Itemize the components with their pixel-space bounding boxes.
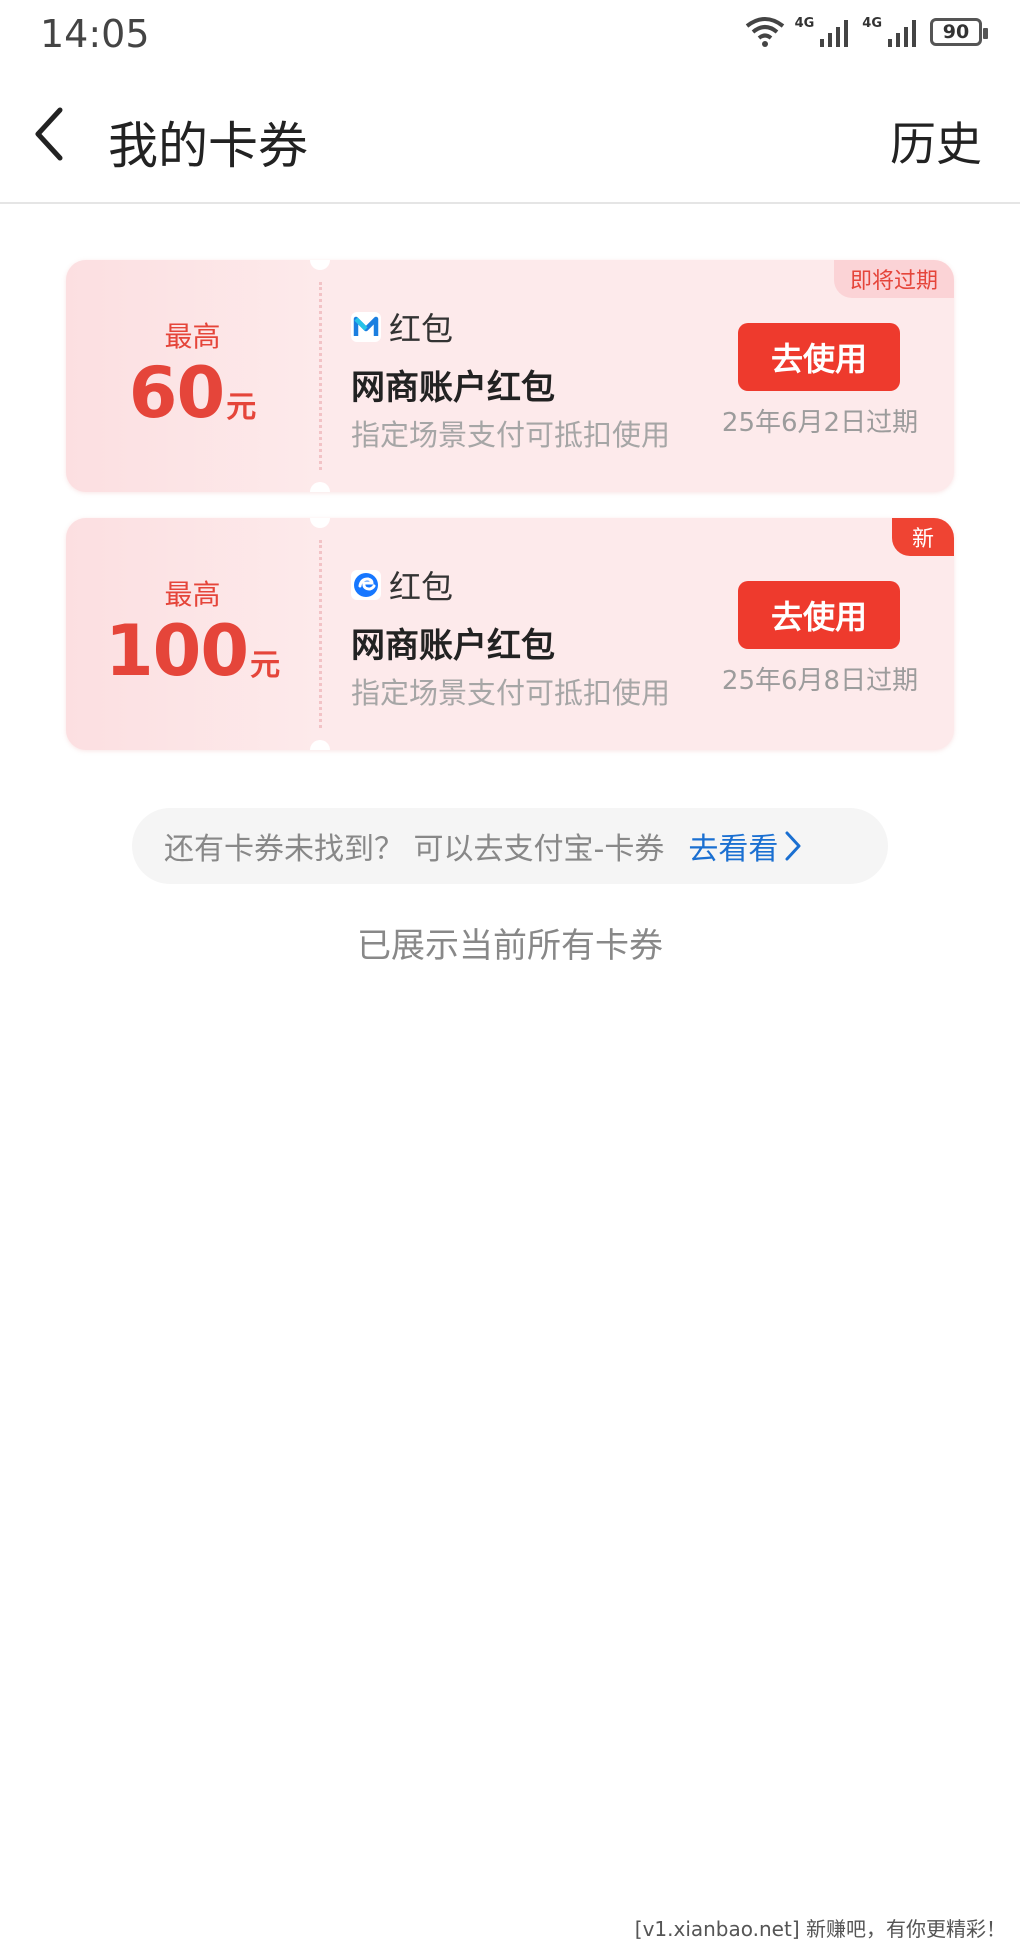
wifi-icon	[745, 16, 785, 48]
expiring-soon-badge: 即将过期	[833, 260, 954, 298]
coupon-divider	[319, 540, 322, 728]
coupon-name: 网商账户红包	[351, 368, 555, 408]
battery-icon: 90	[930, 18, 988, 46]
coupon-card[interactable]: 最高 100元 红包 网商账户红包 指定场景支付可抵扣使用 去使用 25年6月8…	[66, 518, 954, 750]
coupon-description: 指定场景支付可抵扣使用	[351, 418, 671, 452]
go-see-link[interactable]: 去看看	[688, 824, 802, 868]
network-type-2: 4G	[862, 16, 882, 31]
status-icons: 4G 4G 90	[745, 16, 988, 48]
coupon-divider	[319, 282, 322, 470]
signal-icon-2	[886, 17, 920, 47]
chevron-left-icon	[35, 107, 63, 161]
page-title: 我的卡券	[108, 117, 308, 175]
use-button[interactable]: 去使用	[738, 581, 900, 649]
amount-label: 最高	[164, 320, 221, 353]
coupon-amount: 60元	[66, 352, 319, 434]
find-more-text: 还有卡券未找到？ 可以去支付宝-卡券	[164, 832, 665, 867]
amount-unit: 元	[226, 390, 257, 425]
new-badge: 新	[891, 518, 954, 556]
mybank-icon	[351, 312, 381, 342]
amount-unit: 元	[250, 648, 281, 683]
coupon-name: 网商账户红包	[351, 626, 555, 666]
coupon-amount: 100元	[66, 610, 319, 692]
brand-name: 红包	[389, 568, 454, 606]
use-button[interactable]: 去使用	[738, 323, 900, 391]
amount-value: 60	[128, 352, 225, 434]
chevron-right-icon	[785, 831, 801, 861]
coupon-description: 指定场景支付可抵扣使用	[351, 676, 671, 710]
nav-bar: 我的卡券 历史	[0, 70, 1020, 204]
expire-date: 25年6月8日过期	[721, 666, 919, 696]
back-button[interactable]	[30, 102, 80, 172]
go-see-label: 去看看	[688, 832, 779, 867]
amount-label: 最高	[164, 578, 221, 611]
brand-name: 红包	[389, 310, 454, 348]
status-bar: 14:05 4G 4G 90	[0, 0, 1020, 70]
network-type-1: 4G	[794, 16, 815, 31]
coupon-card[interactable]: 最高 60元 红包 网商账户红包 指定场景支付可抵扣使用 去使用 25年6月2日…	[66, 260, 954, 492]
end-of-list-text: 已展示当前所有卡券	[357, 926, 663, 966]
history-button[interactable]: 历史	[890, 108, 982, 174]
signal-icon-1	[818, 17, 852, 47]
expire-date: 25年6月2日过期	[721, 408, 919, 438]
find-more-coupons-bar[interactable]: 还有卡券未找到？ 可以去支付宝-卡券 去看看	[132, 808, 888, 884]
alipay-icon	[351, 570, 381, 600]
amount-value: 100	[104, 610, 249, 692]
watermark-text: [v1.xianbao.net] 新赚吧，有你更精彩！	[634, 1917, 1006, 1941]
battery-level: 90	[942, 21, 970, 43]
status-time: 14:05	[40, 12, 150, 56]
coupon-brand: 红包	[351, 304, 453, 350]
coupon-brand: 红包	[351, 562, 453, 608]
